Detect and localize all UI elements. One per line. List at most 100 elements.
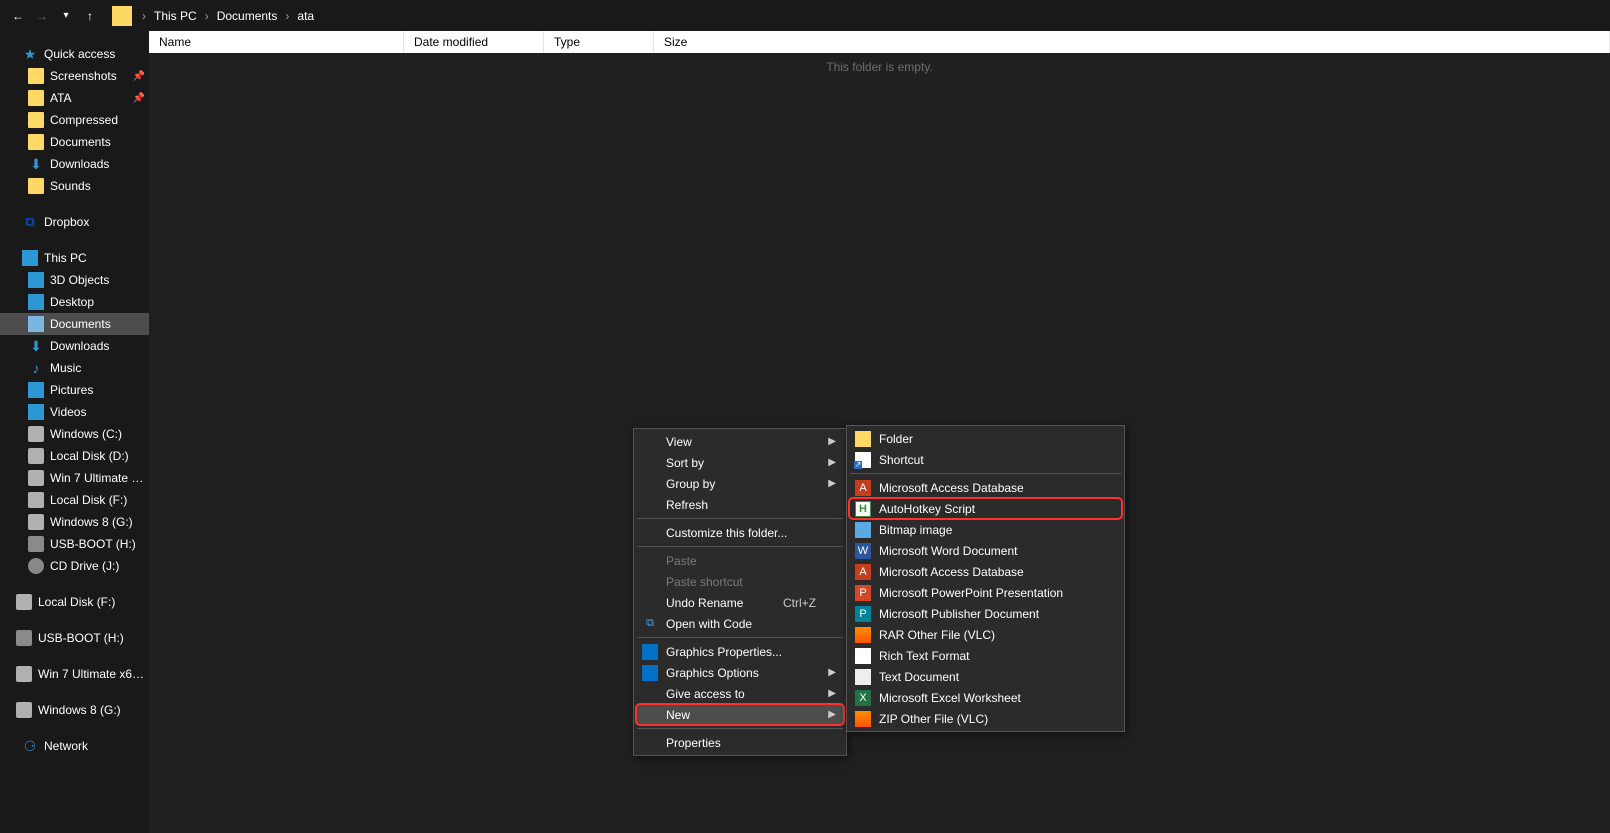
new-rar[interactable]: RAR Other File (VLC)	[849, 624, 1122, 645]
back-button[interactable]: ←	[6, 4, 30, 28]
file-list-pane[interactable]: Name Date modified Type Size This folder…	[149, 31, 1610, 833]
new-shortcut[interactable]: Shortcut	[849, 449, 1122, 470]
ctx-group-by[interactable]: Group by▶	[636, 473, 844, 494]
new-access-db[interactable]: AMicrosoft Access Database	[849, 477, 1122, 498]
folder-icon	[28, 90, 44, 106]
intel-gfx-icon	[642, 665, 658, 681]
sidebar-pc-usb-boot[interactable]: USB-BOOT (H:)	[0, 533, 149, 555]
new-access-db-2[interactable]: AMicrosoft Access Database	[849, 561, 1122, 582]
ctx-open-with-code[interactable]: ⧉Open with Code	[636, 613, 844, 634]
separator	[850, 473, 1121, 474]
cd-icon	[28, 558, 44, 574]
folder-icon	[28, 112, 44, 128]
excel-icon: X	[855, 690, 871, 706]
intel-gfx-icon	[642, 644, 658, 660]
navigation-pane[interactable]: ★Quick access Screenshots📌 ATA📌 Compress…	[0, 31, 149, 833]
ctx-new[interactable]: New▶	[636, 704, 844, 725]
sidebar-quick-access[interactable]: ★Quick access	[0, 43, 149, 65]
sidebar-qa-downloads[interactable]: ⬇Downloads	[0, 153, 149, 175]
publisher-icon: P	[855, 606, 871, 622]
star-icon: ★	[22, 46, 38, 62]
column-header-date[interactable]: Date modified	[404, 31, 544, 53]
up-button[interactable]: ↑	[78, 4, 102, 28]
sidebar-pc-drive-win8[interactable]: Windows 8 (G:)	[0, 511, 149, 533]
ctx-sort-by[interactable]: Sort by▶	[636, 452, 844, 473]
ctx-view[interactable]: View▶	[636, 431, 844, 452]
empty-folder-message: This folder is empty.	[149, 60, 1610, 74]
3d-objects-icon	[28, 272, 44, 288]
crumb-separator: ›	[279, 9, 295, 23]
column-header-type[interactable]: Type	[544, 31, 654, 53]
column-header-row: Name Date modified Type Size	[149, 31, 1610, 53]
crumb-ata[interactable]: ata	[295, 9, 316, 23]
ctx-gfx-options[interactable]: Graphics Options▶	[636, 662, 844, 683]
ctx-properties[interactable]: Properties	[636, 732, 844, 753]
sidebar-pc-videos[interactable]: Videos	[0, 401, 149, 423]
folder-icon	[28, 68, 44, 84]
separator	[637, 518, 843, 519]
sidebar-ext-win8[interactable]: Windows 8 (G:)	[0, 699, 149, 721]
new-bitmap-image[interactable]: Bitmap image	[849, 519, 1122, 540]
sidebar-pc-drive-f[interactable]: Local Disk (F:)	[0, 489, 149, 511]
sidebar-qa-documents[interactable]: Documents	[0, 131, 149, 153]
column-header-name[interactable]: Name	[149, 31, 404, 53]
documents-icon	[28, 316, 44, 332]
ctx-paste: Paste	[636, 550, 844, 571]
column-header-size[interactable]: Size	[654, 31, 1610, 53]
sidebar-pc-pictures[interactable]: Pictures	[0, 379, 149, 401]
shortcut-icon	[855, 452, 871, 468]
ctx-undo-rename[interactable]: Undo RenameCtrl+Z	[636, 592, 844, 613]
word-icon: W	[855, 543, 871, 559]
chevron-right-icon: ▶	[828, 667, 836, 678]
desktop-icon	[28, 294, 44, 310]
sidebar-ext-usb-boot[interactable]: USB-BOOT (H:)	[0, 627, 149, 649]
sidebar-qa-compressed[interactable]: Compressed	[0, 109, 149, 131]
drive-icon	[28, 492, 44, 508]
sidebar-pc-drive-win7[interactable]: Win 7 Ultimate x64	[0, 467, 149, 489]
new-autohotkey-script[interactable]: HAutoHotkey Script	[849, 498, 1122, 519]
forward-button[interactable]: →	[30, 4, 54, 28]
usb-icon	[28, 536, 44, 552]
vscode-icon: ⧉	[642, 616, 658, 632]
new-publisher[interactable]: PMicrosoft Publisher Document	[849, 603, 1122, 624]
sidebar-pc-documents[interactable]: Documents	[0, 313, 149, 335]
sidebar-pc-music[interactable]: ♪Music	[0, 357, 149, 379]
new-powerpoint[interactable]: PMicrosoft PowerPoint Presentation	[849, 582, 1122, 603]
sidebar-qa-sounds[interactable]: Sounds	[0, 175, 149, 197]
videos-icon	[28, 404, 44, 420]
folder-icon	[855, 431, 871, 447]
sidebar-qa-screenshots[interactable]: Screenshots📌	[0, 65, 149, 87]
ctx-refresh[interactable]: Refresh	[636, 494, 844, 515]
vlc-icon	[855, 627, 871, 643]
sidebar-ext-win7[interactable]: Win 7 Ultimate x64 (E	[0, 663, 149, 685]
new-text-document[interactable]: Text Document	[849, 666, 1122, 687]
new-word-doc[interactable]: WMicrosoft Word Document	[849, 540, 1122, 561]
crumb-documents[interactable]: Documents	[215, 9, 280, 23]
new-rtf[interactable]: Rich Text Format	[849, 645, 1122, 666]
sidebar-this-pc[interactable]: This PC	[0, 247, 149, 269]
ctx-gfx-properties[interactable]: Graphics Properties...	[636, 641, 844, 662]
new-folder[interactable]: Folder	[849, 428, 1122, 449]
usb-icon	[16, 630, 32, 646]
sidebar-network[interactable]: ⚆Network	[0, 735, 149, 757]
sidebar-pc-cd-drive[interactable]: CD Drive (J:)	[0, 555, 149, 577]
sidebar-pc-drive-c[interactable]: Windows (C:)	[0, 423, 149, 445]
access-icon: A	[855, 564, 871, 580]
sidebar-pc-desktop[interactable]: Desktop	[0, 291, 149, 313]
navigation-toolbar: ← → ▾ ↑ › This PC › Documents › ata	[0, 0, 1610, 31]
new-zip[interactable]: ZIP Other File (VLC)	[849, 708, 1122, 729]
recent-locations-button[interactable]: ▾	[54, 4, 78, 28]
pin-icon: 📌	[133, 93, 145, 104]
ctx-give-access[interactable]: Give access to▶	[636, 683, 844, 704]
sidebar-qa-ata[interactable]: ATA📌	[0, 87, 149, 109]
ctx-customize-folder[interactable]: Customize this folder...	[636, 522, 844, 543]
sidebar-dropbox[interactable]: ⧉Dropbox	[0, 211, 149, 233]
sidebar-pc-drive-d[interactable]: Local Disk (D:)	[0, 445, 149, 467]
new-excel[interactable]: XMicrosoft Excel Worksheet	[849, 687, 1122, 708]
sidebar-pc-downloads[interactable]: ⬇Downloads	[0, 335, 149, 357]
sidebar-pc-3dobjects[interactable]: 3D Objects	[0, 269, 149, 291]
crumb-separator: ›	[136, 9, 152, 23]
sidebar-ext-local-disk-f[interactable]: Local Disk (F:)	[0, 591, 149, 613]
crumb-separator: ›	[199, 9, 215, 23]
crumb-this-pc[interactable]: This PC	[152, 9, 199, 23]
